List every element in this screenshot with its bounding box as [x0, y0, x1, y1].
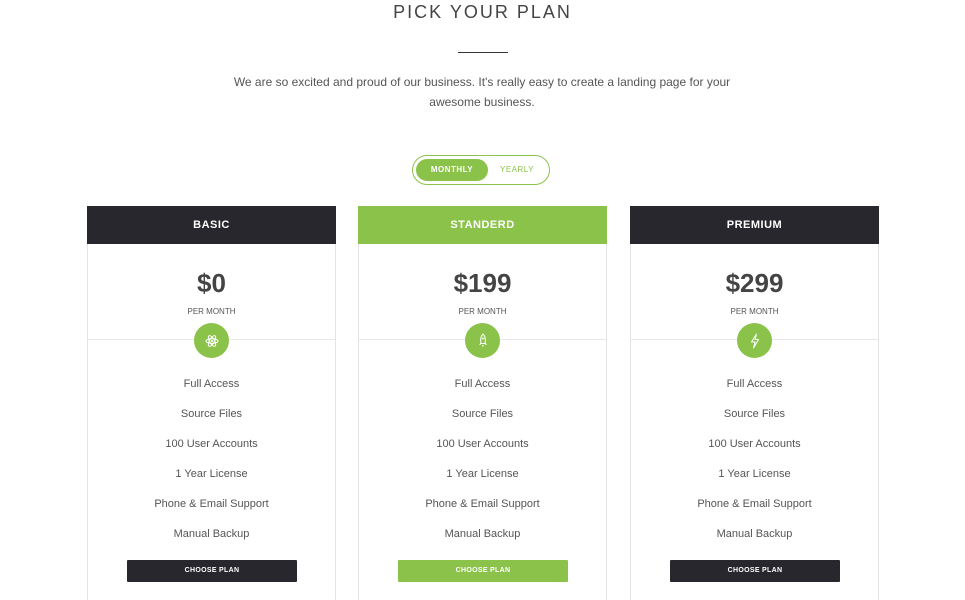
- plan-card-basic: BASIC $0 PER MONTH Full Access Source Fi…: [87, 206, 336, 600]
- list-item: Full Access: [726, 378, 783, 390]
- plan-name: BASIC: [87, 206, 336, 244]
- page-title: PICK YOUR PLAN: [393, 2, 572, 22]
- plan-card-premium: PREMIUM $299 PER MONTH Full Access Sourc…: [630, 206, 879, 600]
- plan-period: PER MONTH: [187, 307, 236, 316]
- list-item: Source Files: [723, 408, 786, 420]
- list-item: 100 User Accounts: [165, 438, 258, 450]
- list-item: 1 Year License: [718, 468, 791, 480]
- choose-plan-button-standerd[interactable]: CHOOSE PLAN: [398, 560, 568, 582]
- list-item: Phone & Email Support: [425, 498, 540, 510]
- plan-period: PER MONTH: [458, 307, 507, 316]
- list-item: 1 Year License: [446, 468, 519, 480]
- pricing-section: PICK YOUR PLAN We are so excited and pro…: [0, 0, 965, 600]
- lightning-icon: [750, 333, 759, 348]
- list-item: Phone & Email Support: [154, 498, 269, 510]
- list-item: 100 User Accounts: [436, 438, 529, 450]
- plan-name: STANDERD: [358, 206, 607, 244]
- list-item: Full Access: [454, 378, 511, 390]
- yearly-toggle-button[interactable]: YEARLY: [487, 159, 547, 181]
- plan-period: PER MONTH: [730, 307, 779, 316]
- choose-plan-button-premium[interactable]: CHOOSE PLAN: [670, 560, 840, 582]
- billing-toggle: MONTHLY YEARLY: [412, 155, 550, 185]
- plan-price: $299: [725, 268, 784, 298]
- plan-name: PREMIUM: [630, 206, 879, 244]
- plan-price: $0: [197, 268, 226, 298]
- list-item: Source Files: [451, 408, 514, 420]
- list-item: Full Access: [183, 378, 240, 390]
- page-subtitle: We are so excited and proud of our busin…: [233, 75, 731, 109]
- plan-price: $199: [453, 268, 512, 298]
- plan-icon-badge: [194, 323, 229, 358]
- plan-icon-badge: [737, 323, 772, 358]
- plan-icon-badge: [465, 323, 500, 358]
- feature-list: Full Access Source Files 100 User Accoun…: [631, 374, 878, 554]
- list-item: Manual Backup: [173, 528, 250, 540]
- choose-plan-button-basic[interactable]: CHOOSE PLAN: [127, 560, 297, 582]
- list-item: 100 User Accounts: [708, 438, 801, 450]
- atom-icon: [205, 334, 218, 347]
- feature-list: Full Access Source Files 100 User Accoun…: [359, 374, 606, 554]
- list-item: Manual Backup: [716, 528, 793, 540]
- title-divider: [458, 52, 508, 53]
- list-item: 1 Year License: [175, 468, 248, 480]
- plan-card-standerd: STANDERD $199 PER MONTH Full Access Sour…: [358, 206, 607, 600]
- rocket-icon: [478, 332, 487, 347]
- list-item: Manual Backup: [444, 528, 521, 540]
- list-item: Phone & Email Support: [697, 498, 812, 510]
- list-item: Source Files: [180, 408, 243, 420]
- feature-list: Full Access Source Files 100 User Accoun…: [88, 374, 335, 554]
- monthly-toggle-button[interactable]: MONTHLY: [416, 159, 488, 181]
